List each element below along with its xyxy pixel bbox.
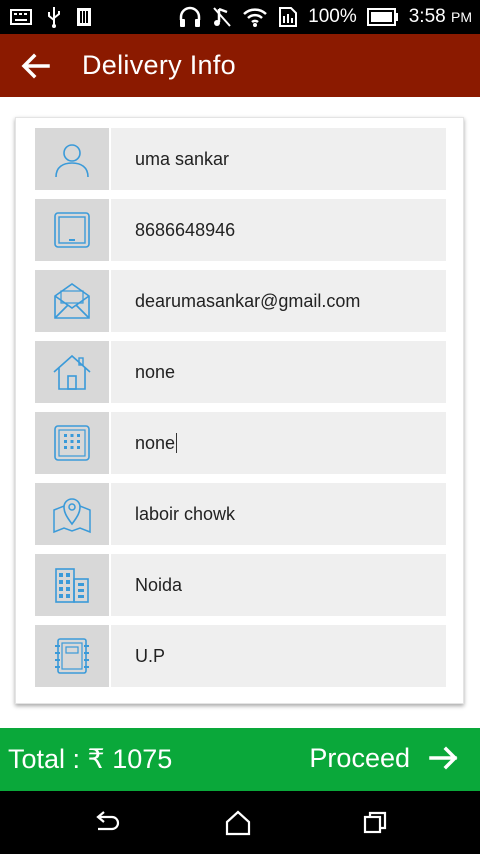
phone-icon-box: [35, 199, 109, 261]
proceed-button[interactable]: Proceed: [309, 742, 460, 774]
landmark-field[interactable]: laboir chowk: [111, 483, 446, 545]
house-row: none: [35, 341, 446, 403]
city-value: Noida: [135, 574, 183, 595]
state-icon-box: [35, 625, 109, 687]
city-icon-box: [35, 554, 109, 616]
email-value: dearumasankar@gmail.com: [135, 290, 361, 311]
music-muted-icon: [213, 7, 231, 27]
page-title: Delivery Info: [82, 50, 236, 80]
name-row: uma sankar: [35, 128, 446, 190]
headset-icon: [179, 6, 201, 27]
keyboard-icon: [10, 9, 32, 25]
house-value: none: [135, 361, 176, 382]
name-icon-box: [35, 128, 109, 190]
building-row: none: [35, 412, 446, 474]
signal-sim-icon: [279, 7, 298, 27]
name-value: uma sankar: [135, 148, 230, 169]
status-bar: 100% 3:58 PM: [0, 0, 480, 34]
phone-row: 8686648946: [35, 199, 446, 261]
email-row: dearumasankar@gmail.com: [35, 270, 446, 332]
notebook-icon: [55, 638, 89, 674]
state-value: U.P: [135, 645, 166, 666]
landmark-icon-box: [35, 483, 109, 545]
name-field[interactable]: uma sankar: [111, 128, 446, 190]
delivery-form-card: uma sankar 8686648946 dearumasankar@gmai…: [15, 117, 464, 704]
building-icon-box: [35, 412, 109, 474]
house-icon-box: [35, 341, 109, 403]
email-field[interactable]: dearumasankar@gmail.com: [111, 270, 446, 332]
map-pin-icon: [53, 498, 91, 534]
house-field[interactable]: none: [111, 341, 446, 403]
city-buildings-icon: [55, 568, 89, 603]
building-value: none: [135, 432, 176, 453]
wifi-icon: [243, 8, 267, 27]
clock-time: 3:58: [408, 6, 446, 27]
proceed-label: Proceed: [309, 742, 410, 773]
state-field[interactable]: U.P: [111, 625, 446, 687]
usb-icon: [48, 7, 60, 28]
state-row: U.P: [35, 625, 446, 687]
battery-icon: [366, 8, 398, 26]
text-caret: [176, 433, 178, 453]
city-field[interactable]: Noida: [111, 554, 446, 616]
email-icon-box: [35, 270, 109, 332]
battery-percent: 100%: [308, 6, 357, 27]
phone-value: 8686648946: [135, 219, 236, 240]
arrow-right-icon: [429, 746, 458, 770]
sim-card-icon: [77, 8, 91, 26]
status-right-icons: 100% 3:58 PM: [178, 0, 472, 34]
clock: 3:58 PM: [409, 6, 472, 28]
landmark-row: laboir chowk: [35, 483, 446, 545]
recents-nav-icon[interactable]: [360, 809, 390, 837]
status-left-icons: [10, 6, 92, 28]
clock-ampm: PM: [451, 9, 472, 25]
building-field[interactable]: none: [111, 412, 446, 474]
home-nav-icon[interactable]: [223, 809, 253, 837]
person-icon: [55, 144, 89, 178]
building-grid-icon: [54, 425, 90, 461]
landmark-value: laboir chowk: [135, 503, 236, 524]
tablet-icon: [54, 212, 90, 248]
app-bar: Delivery Info: [0, 34, 480, 97]
content-area: uma sankar 8686648946 dearumasankar@gmai…: [0, 97, 480, 727]
envelope-icon: [54, 283, 90, 319]
system-nav-bar: [0, 791, 480, 854]
house-icon: [53, 354, 91, 390]
back-nav-icon[interactable]: [92, 809, 122, 837]
back-arrow-icon[interactable]: [18, 48, 54, 84]
phone-field[interactable]: 8686648946: [111, 199, 446, 261]
checkout-bar: Total : ₹ 1075 Proceed: [0, 728, 480, 791]
order-total: Total : ₹ 1075: [8, 744, 173, 774]
city-row: Noida: [35, 554, 446, 616]
